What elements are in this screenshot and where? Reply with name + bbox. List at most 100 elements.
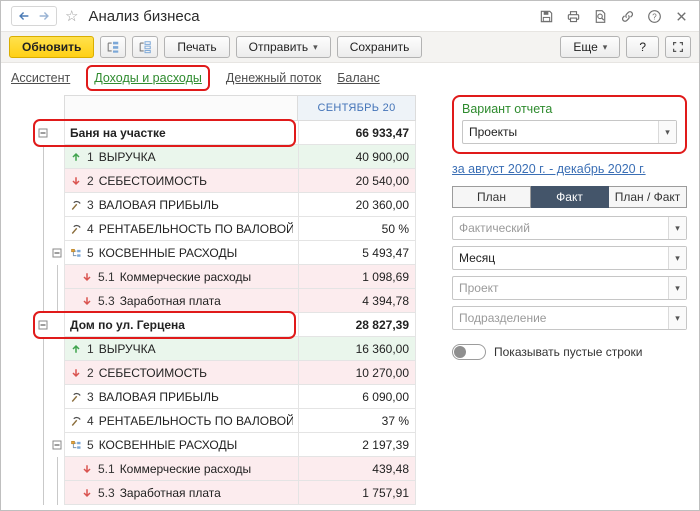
combo-button[interactable]: ▾ (668, 277, 686, 299)
save-report-button[interactable]: Сохранить (336, 36, 423, 58)
table-row[interactable]: 5.1 Коммерческие расходы 439,48 (36, 457, 416, 481)
arrow-down-icon (70, 175, 82, 187)
main-content: СЕНТЯБРЬ 20 Баня на участке 66 933,47 1В… (1, 93, 699, 510)
table-row[interactable]: 4 РЕНТАБЕЛЬНОСТЬ ПО ВАЛОВОЙ ПРИБЫ 50 % (36, 217, 416, 241)
combo-button[interactable]: ▾ (668, 217, 686, 239)
table-row[interactable]: 5 КОСВЕННЫЕ РАСХОДЫ 2 197,39 (36, 433, 416, 457)
tree-line (50, 481, 64, 505)
row-label-cell: 4 РЕНТАБЕЛЬНОСТЬ ПО ВАЛОВОЙ ПРИБЫ (64, 409, 298, 433)
tree-line (36, 457, 50, 481)
row-number: 3 (87, 389, 94, 404)
chevron-down-icon: ▾ (675, 222, 680, 233)
table-row[interactable]: 3 ВАЛОВАЯ ПРИБЫЛЬ 6 090,00 (36, 385, 416, 409)
tree-gutter (36, 95, 64, 121)
title-bar: ☆ Анализ бизнеса (1, 1, 699, 31)
tree-line (36, 361, 50, 385)
link-icon[interactable] (620, 9, 635, 24)
save-icon[interactable] (539, 9, 554, 24)
tree-collapse-icon[interactable] (38, 320, 48, 330)
table-group-row[interactable]: Баня на участке 66 933,47 (33, 119, 416, 147)
table-row[interactable]: 4 РЕНТАБЕЛЬНОСТЬ ПО ВАЛОВОЙ ПРИБЫ 37 % (36, 409, 416, 433)
row-value-cell: 37 % (298, 409, 416, 433)
tree-line (36, 193, 50, 217)
chevron-down-icon: ▾ (675, 282, 680, 293)
row-value-cell: 50 % (298, 217, 416, 241)
help-icon[interactable] (647, 9, 662, 24)
row-value-cell: 20 540,00 (298, 169, 416, 193)
expand-groups-button[interactable] (132, 36, 159, 58)
row-number: 4 (87, 221, 94, 236)
forward-arrow-icon[interactable] (37, 9, 51, 23)
table-group-row[interactable]: Дом по ул. Герцена 28 827,39 (33, 311, 416, 339)
row-number: 1 (87, 341, 94, 356)
table-row[interactable]: 5 КОСВЕННЫЕ РАСХОДЫ 5 493,47 (36, 241, 416, 265)
tree-gutter (50, 385, 64, 409)
annotation-box: Доходы и расходы (86, 65, 210, 91)
more-button[interactable]: Еще ▾ (560, 36, 621, 58)
group-total-cell: 28 827,39 (298, 313, 416, 337)
fullscreen-button[interactable] (665, 36, 691, 58)
back-arrow-icon[interactable] (17, 9, 31, 23)
empty-rows-toggle[interactable] (452, 344, 486, 360)
mode-plan-button[interactable]: План (452, 186, 531, 208)
chevron-down-icon: ▾ (602, 41, 608, 52)
table-row[interactable]: 5.1 Коммерческие расходы 1 098,69 (36, 265, 416, 289)
project-filter-value: Проект (459, 281, 499, 295)
favorite-star-icon[interactable]: ☆ (65, 9, 78, 24)
row-number: 5 (87, 437, 94, 452)
help-button[interactable]: ? (626, 36, 659, 58)
tree-collapse-icon[interactable] (38, 128, 48, 138)
project-filter-field[interactable]: Проект ▾ (452, 276, 687, 300)
send-button-label: Отправить (248, 40, 309, 54)
scenario-filter-field[interactable]: Фактический ▾ (452, 216, 687, 240)
combo-button[interactable]: ▾ (658, 121, 676, 143)
print-button[interactable]: Печать (164, 36, 230, 58)
tree-line (36, 169, 50, 193)
chevron-down-icon: ▾ (675, 252, 680, 263)
table-row[interactable]: 5.3 Заработная плата 1 757,91 (36, 481, 416, 505)
group-total-cell: 66 933,47 (298, 121, 416, 145)
report-variant-select[interactable]: Проекты ▾ (462, 120, 677, 144)
fullscreen-icon (671, 40, 685, 54)
table-row[interactable]: 5.3 Заработная плата 4 394,78 (36, 289, 416, 313)
toolbar: Обновить Печать Отправить ▾ Сохранить Еще… (1, 31, 699, 63)
row-value-cell: 4 394,78 (298, 289, 416, 313)
settings-panel: Вариант отчета Проекты ▾ за август 2020 … (452, 93, 699, 360)
structure-icon (70, 439, 82, 451)
combo-button[interactable]: ▾ (668, 307, 686, 329)
table-row[interactable]: 2 СЕБЕСТОИМОСТЬ 20 540,00 (36, 169, 416, 193)
mode-plan-fact-button[interactable]: План / Факт (609, 186, 687, 208)
table-row[interactable]: 3 ВАЛОВАЯ ПРИБЫЛЬ 20 360,00 (36, 193, 416, 217)
print-icon[interactable] (566, 9, 581, 24)
row-label-cell: 4 РЕНТАБЕЛЬНОСТЬ ПО ВАЛОВОЙ ПРИБЫ (64, 217, 298, 241)
period-column-header[interactable]: СЕНТЯБРЬ 20 (298, 95, 416, 121)
refresh-button[interactable]: Обновить (9, 36, 95, 58)
tab-denezhny-potok[interactable]: Денежный поток (226, 71, 321, 85)
send-button[interactable]: Отправить ▾ (235, 36, 331, 58)
formula-icon (70, 415, 82, 427)
period-detail-field[interactable]: Месяц ▾ (452, 246, 687, 270)
tree-gutter (50, 313, 64, 337)
preview-icon[interactable] (593, 9, 608, 24)
collapse-groups-button[interactable] (100, 36, 127, 58)
tree-collapse-icon[interactable] (52, 248, 62, 258)
table-row[interactable]: 1 ВЫРУЧКА 16 360,00 (36, 337, 416, 361)
tree-line (36, 145, 50, 169)
period-link[interactable]: за август 2020 г. - декабрь 2020 г. (452, 162, 646, 176)
table-row[interactable]: 1 ВЫРУЧКА 40 900,00 (36, 145, 416, 169)
tree-collapse-icon[interactable] (52, 440, 62, 450)
row-number: 5 (87, 245, 94, 260)
combo-button[interactable]: ▾ (668, 247, 686, 269)
tree-line (50, 265, 64, 289)
tab-dohody-i-rashody[interactable]: Доходы и расходы (94, 71, 202, 85)
row-label-cell: 1 ВЫРУЧКА (64, 337, 298, 361)
mode-fact-button[interactable]: Факт (531, 186, 609, 208)
table-row[interactable]: 2 СЕБЕСТОИМОСТЬ 10 270,00 (36, 361, 416, 385)
department-filter-field[interactable]: Подразделение ▾ (452, 306, 687, 330)
tree-line (36, 265, 50, 289)
tab-assistent[interactable]: Ассистент (11, 71, 70, 85)
tab-balans[interactable]: Баланс (337, 71, 380, 85)
close-icon[interactable] (674, 9, 689, 24)
row-label: Коммерческие расходы (119, 461, 252, 476)
row-value-cell: 1 757,91 (298, 481, 416, 505)
